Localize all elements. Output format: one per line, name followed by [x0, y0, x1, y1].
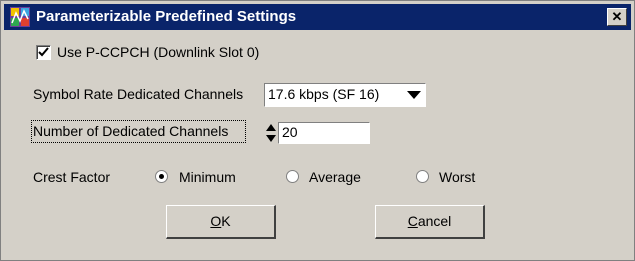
- dialog-window: Parameterizable Predefined Settings ✕ Us…: [0, 0, 635, 261]
- radio-minimum-label[interactable]: Minimum: [179, 169, 236, 185]
- cancel-mnemonic: C: [407, 213, 418, 229]
- cancel-button[interactable]: Cancel: [375, 205, 485, 239]
- dedicated-channels-label: Number of Dedicated Channels: [33, 123, 229, 139]
- radio-worst[interactable]: [416, 170, 429, 183]
- symbol-rate-value: 17.6 kbps (SF 16): [268, 86, 380, 102]
- dedicated-channels-input[interactable]: 20: [278, 122, 370, 144]
- pccpch-checkbox[interactable]: [36, 45, 51, 60]
- crest-factor-label: Crest Factor: [33, 169, 111, 185]
- ok-button[interactable]: OK: [166, 205, 276, 239]
- symbol-rate-select[interactable]: 17.6 kbps (SF 16): [264, 83, 426, 107]
- app-icon: [10, 7, 30, 27]
- radio-minimum[interactable]: [155, 170, 168, 183]
- close-icon: ✕: [611, 9, 623, 24]
- radio-average[interactable]: [286, 170, 299, 183]
- radio-average-label[interactable]: Average: [309, 169, 361, 185]
- dedicated-channels-value: 20: [282, 124, 298, 140]
- close-button[interactable]: ✕: [607, 8, 627, 26]
- spinner-icon[interactable]: [265, 122, 277, 144]
- ok-mnemonic: O: [210, 213, 222, 229]
- checkmark-icon: [38, 47, 49, 57]
- dialog-title: Parameterizable Predefined Settings: [36, 8, 297, 25]
- pccpch-label[interactable]: Use P-CCPCH (Downlink Slot 0): [57, 44, 259, 60]
- dropdown-arrow-icon[interactable]: [404, 85, 424, 105]
- ok-label-rest: K: [221, 213, 231, 229]
- title-bar[interactable]: Parameterizable Predefined Settings ✕: [4, 4, 631, 30]
- cancel-label-rest: ancel: [417, 213, 452, 229]
- symbol-rate-label: Symbol Rate Dedicated Channels: [33, 86, 244, 102]
- radio-worst-label[interactable]: Worst: [439, 169, 475, 185]
